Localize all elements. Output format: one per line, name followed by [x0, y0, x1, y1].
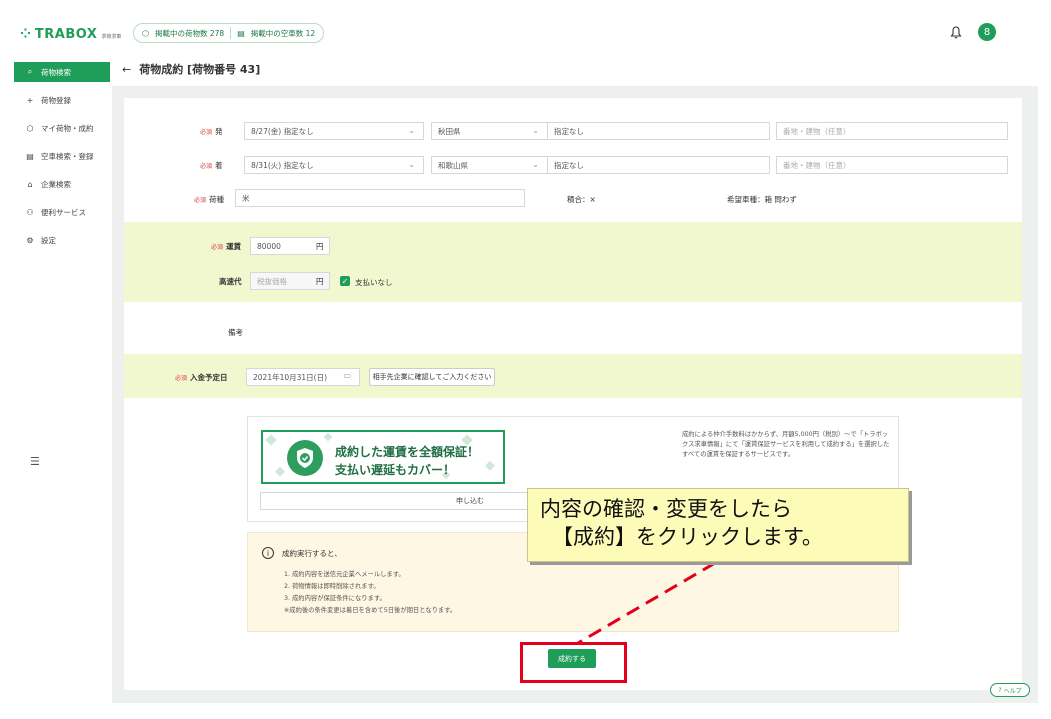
- sidebar-item-vehicle[interactable]: ▤ 空車検索・登録: [14, 142, 110, 170]
- payment-date-label: 必須 入金予定日: [175, 373, 228, 382]
- banner-headline: 成約した運賃を全額保証！: [335, 445, 480, 459]
- logo-text: TRABOX: [34, 27, 98, 42]
- payment-date-input[interactable]: 2021年10月31日(日) ▭: [246, 368, 360, 386]
- chevron-down-icon: ⌄: [532, 126, 539, 135]
- page-header: ← 荷物成約 [荷物番号 43]: [122, 59, 260, 79]
- highway-fee-unit: 円: [316, 277, 324, 286]
- fare-section: [124, 222, 1022, 302]
- bell-icon[interactable]: [950, 26, 962, 39]
- departure-city-select[interactable]: 指定なし: [547, 122, 770, 140]
- avatar[interactable]: 8: [978, 23, 996, 41]
- plus-icon: +: [26, 95, 34, 105]
- arrival-city-select[interactable]: 指定なし: [547, 156, 770, 174]
- back-arrow-icon[interactable]: ←: [122, 63, 131, 76]
- search-icon: ⌕: [27, 67, 33, 76]
- callout-line-2: 【成約】をクリックします。: [552, 525, 823, 549]
- logo-mark-icon: ⁘: [20, 27, 31, 42]
- page-title: 荷物成約 [荷物番号 43]: [139, 63, 261, 76]
- required-tag: 必須: [200, 163, 213, 170]
- required-tag: 必須: [194, 197, 207, 204]
- shield-check-icon: [287, 440, 323, 476]
- sidebar: ⌕ 荷物検索 + 荷物登録 ⬡ マイ荷物・成約 ▤ 空車検索・登録 ⌂ 企業検索…: [14, 62, 110, 702]
- sidebar-item-label: 荷物登録: [41, 95, 71, 105]
- list-item: 3. 成約内容が保証条件になります。: [284, 595, 386, 602]
- required-tag: 必須: [175, 375, 188, 382]
- sidebar-item-settings[interactable]: ⚙ 設定: [14, 226, 110, 254]
- list-item: 1. 成約内容を送信元企業へメールします。: [284, 571, 405, 578]
- departure-address-input[interactable]: 番地・建物（任意）: [776, 122, 1008, 140]
- building-icon: ⌂: [27, 179, 33, 189]
- help-button[interactable]: ? ヘルプ: [990, 683, 1030, 697]
- gear-icon: ⚙: [26, 235, 34, 245]
- sidebar-item-services[interactable]: ⚇ 便利サービス: [14, 198, 110, 226]
- arrival-address-input[interactable]: 番地・建物（任意）: [776, 156, 1008, 174]
- sidebar-item-my-cargo[interactable]: ⬡ マイ荷物・成約: [14, 114, 110, 142]
- calendar-icon: ▭: [343, 371, 351, 380]
- divider: [230, 27, 232, 39]
- truck-icon: ▤: [26, 151, 34, 161]
- remarks-label: 備考: [228, 328, 243, 337]
- fare-label: 必須 運賃: [211, 242, 242, 251]
- departure-date-select[interactable]: 8/27(金) 指定なし ⌄: [244, 122, 424, 140]
- instruction-callout: 内容の確認・変更をしたら 【成約】をクリックします。: [527, 488, 909, 562]
- list-item: 2. 荷物情報は即時削除されます。: [284, 583, 380, 590]
- sidebar-item-company[interactable]: ⌂ 企業検索: [14, 170, 110, 198]
- box-icon: ⬡: [26, 123, 34, 133]
- required-tag: 必須: [200, 129, 213, 136]
- collapse-menu-icon[interactable]: ☰: [30, 455, 40, 468]
- guarantee-banner[interactable]: 成約した運賃を全額保証！ 支払い遅延もカバー！: [261, 430, 505, 484]
- sidebar-item-label: 企業検索: [41, 179, 71, 189]
- notice-list: 1. 成約内容を送信元企業へメールします。 2. 荷物情報は即時削除されます。 …: [284, 569, 456, 617]
- sidebar-item-cargo-register[interactable]: + 荷物登録: [14, 86, 110, 114]
- notice-title: 成約実行すると、: [282, 548, 342, 558]
- truck-icon: ▤: [237, 28, 245, 38]
- departure-label: 必須発: [200, 127, 223, 136]
- guarantee-description: 成約による仲介手数料はかからず、月額5,000円（税別）〜で「トラボックス求車情…: [682, 431, 890, 458]
- required-tag: 必須: [211, 244, 224, 251]
- confirm-with-partner-button[interactable]: 相手先企業に確認してご入力ください: [369, 368, 495, 386]
- sidebar-item-label: 荷物検索: [41, 67, 71, 77]
- arrival-date-select[interactable]: 8/31(火) 指定なし ⌄: [244, 156, 424, 174]
- people-icon: ⚇: [26, 207, 34, 217]
- highway-fee-label: 高速代: [219, 277, 242, 286]
- departure-pref-select[interactable]: 秋田県 ⌄: [431, 122, 548, 140]
- help-icon: ?: [998, 686, 1002, 694]
- logo-subtitle: 求荷求車: [101, 34, 122, 40]
- sidebar-item-cargo-search[interactable]: ⌕ 荷物検索: [14, 62, 110, 82]
- trabox-logo[interactable]: ⁘ TRABOX 求荷求車: [20, 27, 121, 42]
- callout-line-1: 内容の確認・変更をしたら: [540, 497, 792, 521]
- sidebar-item-label: マイ荷物・成約: [41, 123, 94, 133]
- info-icon: i: [262, 547, 274, 559]
- vehicle-count[interactable]: 掲載中の空車数 12: [251, 28, 315, 39]
- chevron-down-icon: ⌄: [408, 160, 415, 169]
- sidebar-item-label: 設定: [41, 235, 56, 245]
- cargo-count[interactable]: 掲載中の荷物数 278: [155, 28, 224, 39]
- no-pay-checkbox[interactable]: ✓: [340, 276, 350, 286]
- top-bar: ⁘ TRABOX 求荷求車 ⬡ 掲載中の荷物数 278 ▤ 掲載中の空車数 12…: [0, 0, 1051, 62]
- list-item: ※成約後の条件変更は着日を含めて5日後が期日となります。: [284, 607, 457, 614]
- no-pay-label: 支払いなし: [355, 278, 393, 287]
- fare-unit: 円: [316, 242, 324, 251]
- highlight-box: [520, 642, 627, 683]
- box-icon: ⬡: [142, 28, 149, 38]
- chevron-down-icon: ⌄: [532, 160, 539, 169]
- arrival-label: 必須着: [200, 161, 223, 170]
- cargo-type-input[interactable]: 米: [235, 189, 525, 207]
- sidebar-item-label: 便利サービス: [41, 207, 86, 217]
- chevron-down-icon: ⌄: [408, 126, 415, 135]
- banner-subline: 支払い遅延もカバー！: [335, 463, 456, 477]
- vehicle-type-text: 希望車種：箱 問わず: [727, 195, 797, 204]
- cargo-type-label: 必須 荷種: [194, 195, 225, 204]
- mixed-load-text: 積合：×: [567, 195, 596, 204]
- sidebar-item-label: 空車検索・登録: [41, 151, 94, 161]
- arrival-pref-select[interactable]: 和歌山県 ⌄: [431, 156, 548, 174]
- stats-pill: ⬡ 掲載中の荷物数 278 ▤ 掲載中の空車数 12: [133, 23, 325, 43]
